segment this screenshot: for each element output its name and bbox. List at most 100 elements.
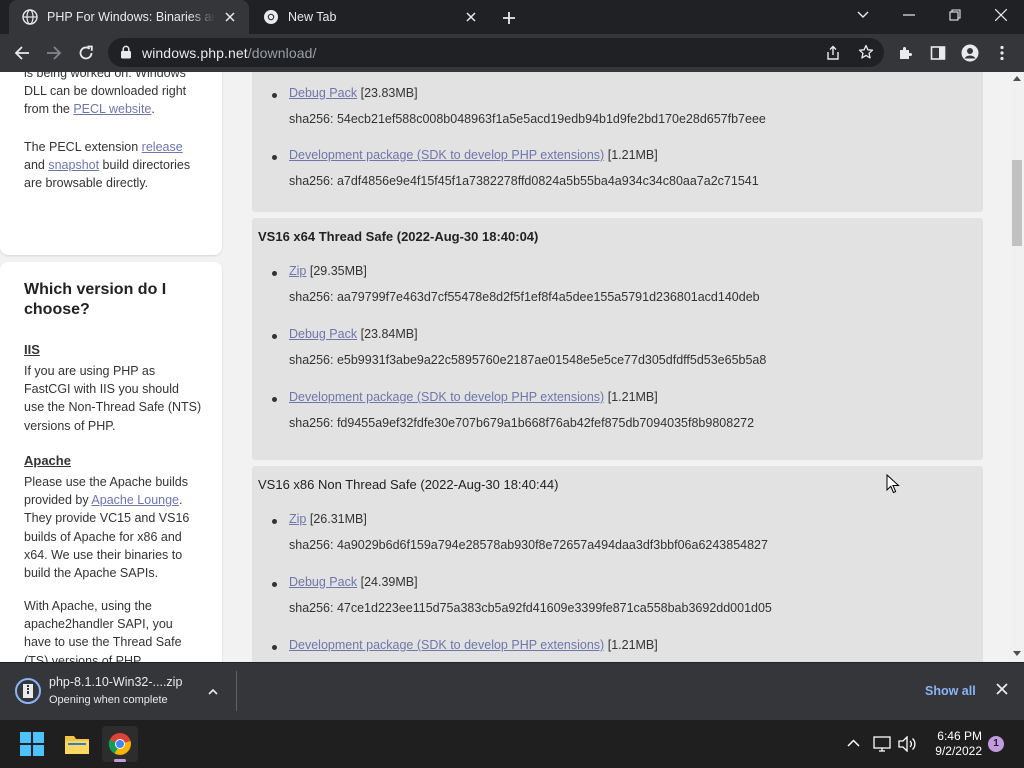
bullet bbox=[272, 519, 277, 524]
side-panel-button[interactable] bbox=[923, 38, 953, 68]
lock-icon[interactable] bbox=[120, 45, 132, 59]
file-explorer-button[interactable] bbox=[59, 726, 95, 762]
reload-button[interactable] bbox=[71, 38, 101, 68]
file-size: [23.83MB] bbox=[360, 86, 418, 100]
version-sidebar-box: Which version do I choose? IIS If you ar… bbox=[0, 262, 222, 662]
tab-php-downloads[interactable]: PHP For Windows: Binaries and source Rel… bbox=[9, 0, 249, 34]
system-clock[interactable]: 6:46 PM 9/2/2022 bbox=[930, 729, 982, 759]
file-size: [1.21MB] bbox=[607, 390, 658, 404]
puzzle-icon bbox=[900, 47, 912, 59]
browser-toolbar: windows.php.net/download/ bbox=[0, 34, 1024, 72]
dev-package-link[interactable]: Development package (SDK to develop PHP … bbox=[289, 390, 604, 404]
iis-paragraph: If you are using PHP as FastCGI with IIS… bbox=[24, 364, 202, 433]
file-size: [23.84MB] bbox=[360, 327, 418, 341]
version-title: Which version do I choose? bbox=[24, 281, 167, 318]
page-viewport: is being worked on. Windows DLL can be d… bbox=[0, 72, 1010, 662]
tab-new-tab[interactable]: New Tab bbox=[250, 0, 490, 34]
folder-icon bbox=[65, 736, 89, 754]
show-all-button[interactable]: Show all bbox=[925, 684, 976, 698]
scrollbar-thumb[interactable] bbox=[1012, 160, 1022, 246]
download-filename: php-8.1.10-Win32-....zip bbox=[49, 675, 183, 689]
pecl-text: The PECL extension bbox=[24, 140, 142, 154]
file-size: [1.21MB] bbox=[607, 638, 658, 652]
build-heading: VS16 x86 Non Thread Safe (2022-Aug-30 18… bbox=[258, 477, 559, 492]
globe-icon bbox=[22, 9, 38, 25]
chrome-taskbar-button[interactable] bbox=[102, 726, 138, 762]
volume-icon[interactable] bbox=[898, 736, 916, 752]
build-block: VS16 x86 Non Thread Safe (2022-Aug-30 18… bbox=[252, 466, 983, 662]
build-heading: VS16 x64 Thread Safe (2022-Aug-30 18:40:… bbox=[258, 229, 539, 244]
file-size: [24.39MB] bbox=[360, 575, 418, 589]
apache-heading: Apache bbox=[24, 453, 71, 468]
download-item[interactable]: php-8.1.10-Win32-....zip Opening when co… bbox=[10, 671, 230, 715]
zip-link[interactable]: Zip bbox=[289, 512, 306, 526]
sha256-hash: sha256: 54ecb21ef588c008b048963f1a5e5acd… bbox=[289, 112, 766, 126]
arrow-left-icon bbox=[14, 46, 29, 60]
url-path: /download/ bbox=[247, 45, 317, 61]
profile-icon bbox=[961, 44, 979, 62]
pecl-website-link[interactable]: PECL website bbox=[73, 102, 151, 116]
clock-time: 6:46 PM bbox=[937, 729, 982, 743]
file-size: [29.35MB] bbox=[309, 264, 367, 278]
build-block: Debug Pack [23.83MB] sha256: 54ecb21ef58… bbox=[252, 72, 983, 212]
debug-pack-link[interactable]: Debug Pack bbox=[289, 575, 357, 589]
sha256-hash: sha256: 4a9029b6d6f159a794e28578ab930f8e… bbox=[289, 538, 768, 552]
snapshot-link[interactable]: snapshot bbox=[48, 158, 99, 172]
clock-date: 9/2/2022 bbox=[935, 744, 982, 758]
close-window-button[interactable] bbox=[978, 0, 1024, 30]
mouse-pointer-icon bbox=[886, 474, 900, 494]
pecl-text: . bbox=[151, 102, 155, 117]
bookmark-star-icon[interactable] bbox=[858, 44, 874, 60]
start-button[interactable] bbox=[14, 726, 50, 762]
forward-button[interactable] bbox=[39, 38, 69, 68]
windows-logo-icon bbox=[20, 732, 44, 756]
menu-button[interactable] bbox=[987, 38, 1017, 68]
minimize-button[interactable] bbox=[886, 0, 932, 30]
bullet bbox=[272, 397, 277, 402]
apache-lounge-link[interactable]: Apache Lounge bbox=[91, 493, 179, 507]
release-link[interactable]: release bbox=[142, 140, 183, 154]
share-icon[interactable] bbox=[825, 45, 841, 61]
restore-button[interactable] bbox=[932, 0, 978, 30]
close-tab-icon[interactable] bbox=[462, 8, 480, 26]
debug-pack-link[interactable]: Debug Pack bbox=[289, 327, 357, 341]
close-download-bar-icon[interactable] bbox=[996, 683, 1008, 695]
url-text: windows.php.net/download/ bbox=[142, 45, 317, 61]
sha256-hash: sha256: aa79799f7e463d7cf55478e8d2f5f1ef… bbox=[289, 290, 760, 304]
back-button[interactable] bbox=[7, 38, 37, 68]
pecl-sidebar-box: is being worked on. Windows DLL can be d… bbox=[0, 72, 222, 255]
dev-package-link[interactable]: Development package (SDK to develop PHP … bbox=[289, 638, 604, 652]
apache-paragraph: Please use the Apache builds provided by… bbox=[24, 473, 202, 582]
network-icon[interactable] bbox=[873, 736, 891, 752]
file-size: [26.31MB] bbox=[309, 512, 367, 526]
zip-link[interactable]: Zip bbox=[289, 264, 306, 278]
bullet bbox=[272, 582, 277, 587]
profile-button[interactable] bbox=[955, 38, 985, 68]
close-tab-icon[interactable] bbox=[221, 8, 239, 26]
scroll-down-icon[interactable] bbox=[1013, 651, 1021, 657]
reload-icon bbox=[79, 45, 93, 60]
scroll-up-icon[interactable] bbox=[1013, 75, 1021, 81]
dev-package-link[interactable]: Development package (SDK to develop PHP … bbox=[289, 148, 604, 162]
sha256-hash: sha256: a7df4856e9e4f15f45f1a7382278ffd0… bbox=[289, 174, 759, 188]
bullet bbox=[272, 271, 277, 276]
kebab-menu-icon bbox=[1000, 45, 1004, 61]
show-hidden-icons-icon[interactable] bbox=[847, 739, 860, 747]
chrome-icon bbox=[264, 10, 278, 24]
notification-badge[interactable]: 1 bbox=[988, 736, 1004, 752]
sha256-hash: sha256: fd9455a9ef32fdfe30e707b679a1b668… bbox=[289, 416, 755, 430]
debug-pack-link[interactable]: Debug Pack bbox=[289, 86, 357, 100]
chevron-up-icon[interactable] bbox=[208, 688, 218, 695]
address-bar[interactable]: windows.php.net/download/ bbox=[108, 38, 884, 67]
extensions-button[interactable] bbox=[891, 38, 921, 68]
sha256-hash: sha256: e5b9931f3abe9a22c5895760e2187ae0… bbox=[289, 353, 767, 367]
arrow-right-icon bbox=[47, 46, 62, 60]
tab-search-button[interactable] bbox=[840, 0, 886, 30]
side-panel-icon bbox=[930, 46, 946, 60]
bullet bbox=[272, 334, 277, 339]
zip-file-icon bbox=[15, 678, 41, 704]
vertical-scrollbar[interactable] bbox=[1010, 72, 1024, 662]
pecl-paragraph: is being worked on. Windows DLL can be d… bbox=[24, 72, 202, 119]
tab-title: New Tab bbox=[288, 10, 337, 24]
new-tab-button[interactable] bbox=[498, 7, 520, 29]
